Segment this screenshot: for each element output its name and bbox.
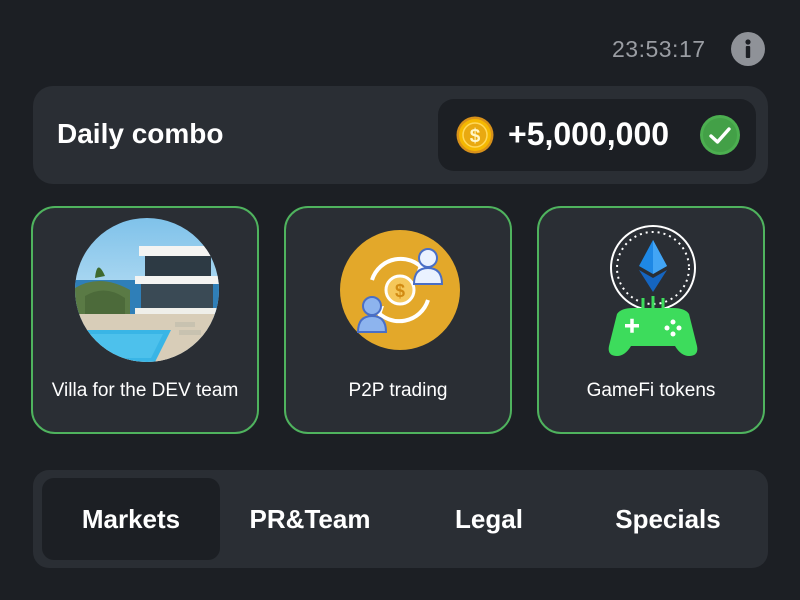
combo-card-villa[interactable]: Villa for the DEV team — [31, 206, 259, 434]
villa-image — [75, 218, 219, 362]
combo-card-p2p[interactable]: $ P2P trading — [284, 206, 512, 434]
svg-text:$: $ — [395, 281, 405, 301]
gamefi-tokens-icon — [581, 218, 725, 362]
combo-card-gamefi[interactable]: GameFi tokens — [537, 206, 765, 434]
tab-specials[interactable]: Specials — [579, 478, 757, 560]
tab-pr-team[interactable]: PR&Team — [221, 478, 399, 560]
daily-combo-title: Daily combo — [57, 118, 224, 149]
check-icon — [700, 115, 740, 155]
info-icon[interactable] — [731, 32, 765, 66]
p2p-trading-icon: $ — [328, 218, 472, 362]
category-tabs: Markets PR&Team Legal Specials — [33, 470, 768, 568]
card-label-villa: Villa for the DEV team — [51, 380, 239, 401]
coin-icon: $ — [456, 116, 494, 154]
daily-combo-panel: Daily combo $ +5,000,000 — [33, 86, 768, 184]
daily-combo-reward: $ +5,000,000 — [438, 99, 756, 171]
tab-markets[interactable]: Markets — [42, 478, 220, 560]
svg-text:$: $ — [470, 126, 481, 147]
card-label-p2p: P2P trading — [348, 380, 448, 401]
card-label-gamefi: GameFi tokens — [586, 380, 716, 401]
reward-amount: +5,000,000 — [508, 116, 670, 152]
tab-legal[interactable]: Legal — [400, 478, 578, 560]
combo-timer: 23:53:17 — [612, 36, 706, 62]
